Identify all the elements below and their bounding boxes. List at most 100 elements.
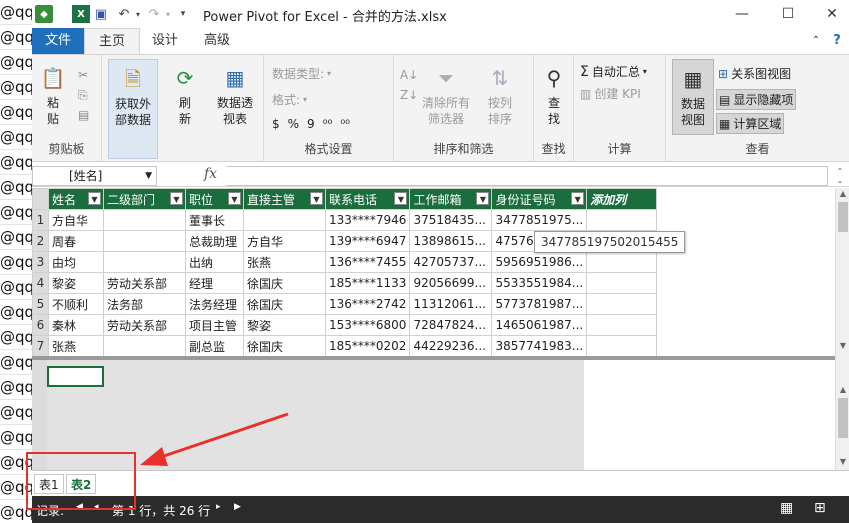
filter-dropdown-icon[interactable]: ▼ xyxy=(310,192,323,205)
column-header[interactable]: 姓名 ▼ xyxy=(48,188,104,210)
percent-button[interactable]: % xyxy=(288,117,299,131)
refresh-button[interactable]: ⟳ 刷 新 xyxy=(168,63,202,127)
table-cell[interactable]: 项目主管 xyxy=(185,314,244,336)
filter-dropdown-icon[interactable]: ▼ xyxy=(170,192,183,205)
comma-button[interactable]: 9 xyxy=(307,117,315,131)
table-cell[interactable]: 法务部 xyxy=(103,293,186,315)
diagram-view-button[interactable]: ⊞ 关系图视图 xyxy=(718,65,791,82)
table-cell[interactable]: 方自华 xyxy=(48,209,104,231)
excel-icon[interactable]: X xyxy=(72,5,90,23)
filter-dropdown-icon[interactable]: ▼ xyxy=(88,192,101,205)
row-header[interactable]: 5 xyxy=(32,293,49,315)
filter-dropdown-icon[interactable]: ▼ xyxy=(476,192,490,205)
table-cell[interactable]: 黎姿 xyxy=(243,314,326,336)
currency-button[interactable]: $ xyxy=(272,117,280,131)
table-cell[interactable]: 方自华 xyxy=(243,230,326,252)
row-header[interactable]: 7 xyxy=(32,335,49,357)
customize-qat-icon[interactable]: ▾ xyxy=(178,5,188,23)
row-header[interactable]: 6 xyxy=(32,314,49,336)
table-cell[interactable]: 5956951986... xyxy=(491,251,588,273)
last-record-button[interactable]: ▶ xyxy=(234,502,241,512)
table-cell[interactable]: 总裁助理 xyxy=(185,230,244,252)
table-cell[interactable]: 张燕 xyxy=(243,251,326,273)
minimize-button[interactable]: — xyxy=(722,2,762,26)
table-cell[interactable]: 徐国庆 xyxy=(243,293,326,315)
diagram-view-icon[interactable]: ⊞ xyxy=(814,500,826,516)
show-hidden-button[interactable]: ▤ 显示隐藏项 xyxy=(716,89,797,110)
save-icon[interactable]: ▣ xyxy=(93,5,109,23)
column-header[interactable]: 二级部门 ▼ xyxy=(103,188,186,210)
create-kpi-button[interactable]: ▥ 创建 KPI xyxy=(580,85,641,102)
table-cell[interactable]: 5533551984... xyxy=(491,272,588,294)
table-cell[interactable]: 不顺利 xyxy=(48,293,104,315)
grid-view-icon[interactable]: ▦ xyxy=(780,500,793,516)
table-cell[interactable]: 13898615... xyxy=(409,230,493,252)
maximize-button[interactable]: ☐ xyxy=(768,2,808,26)
table-cell[interactable]: 42705737... xyxy=(409,251,493,273)
sort-asc-desc-icons[interactable]: A↓ Z↓ xyxy=(400,65,418,105)
row-header[interactable]: 2 xyxy=(32,230,49,252)
tab-home[interactable]: 主页 xyxy=(84,28,140,54)
table-cell[interactable]: 法务经理 xyxy=(185,293,244,315)
table-cell[interactable]: 经理 xyxy=(185,272,244,294)
pivot-table-button[interactable]: ▦ 数据透 视表 xyxy=(210,63,260,127)
scroll-up-icon[interactable]: ▲ xyxy=(836,188,849,200)
undo-icon[interactable]: ↶ xyxy=(115,5,133,23)
table-cell[interactable]: 185****0202 xyxy=(324,335,411,357)
table-cell[interactable]: 3857741983... xyxy=(491,335,588,357)
calc-scroll-up-icon[interactable]: ▲ xyxy=(836,384,849,396)
table-cell[interactable]: 185****1133 xyxy=(324,272,411,294)
paste-button[interactable]: 📋 粘 贴 xyxy=(38,63,68,127)
row-header[interactable]: 4 xyxy=(32,272,49,294)
table-cell[interactable]: 劳动关系部 xyxy=(103,272,186,294)
column-header[interactable]: 工作邮箱 ▼ xyxy=(409,188,493,210)
data-view-button[interactable]: ▦ 数据 视图 xyxy=(672,59,714,135)
table-cell[interactable]: 徐国庆 xyxy=(243,272,326,294)
add-column-cell[interactable] xyxy=(586,251,658,273)
table-cell[interactable]: 11312061... xyxy=(409,293,493,315)
table-cell[interactable]: 1465061987... xyxy=(491,314,588,336)
table-cell[interactable] xyxy=(103,230,186,252)
table-cell[interactable]: 136****2742 xyxy=(324,293,411,315)
calc-area-button[interactable]: ▦ 计算区域 xyxy=(716,113,785,134)
table-cell[interactable] xyxy=(103,209,186,231)
table-cell[interactable]: 徐国庆 xyxy=(243,335,326,357)
add-column-cell[interactable] xyxy=(586,314,658,336)
table-cell[interactable] xyxy=(103,251,186,273)
decrease-decimal-button[interactable]: ⁰⁰ xyxy=(340,117,350,131)
redo-dropdown-icon[interactable]: ▾ xyxy=(164,5,172,23)
column-header[interactable]: 职位 ▼ xyxy=(185,188,244,210)
table-cell[interactable] xyxy=(243,209,326,231)
collapse-ribbon-icon[interactable]: ⌃ xyxy=(808,28,824,54)
column-header[interactable]: 联系电话 ▼ xyxy=(324,188,411,210)
calc-scroll-thumb[interactable] xyxy=(838,398,848,438)
scroll-down-icon[interactable]: ▼ xyxy=(836,340,849,352)
help-icon[interactable]: ? xyxy=(828,28,846,54)
calc-scroll-down-icon[interactable]: ▼ xyxy=(836,456,849,468)
select-all-corner[interactable] xyxy=(32,188,49,210)
filter-dropdown-icon[interactable]: ▼ xyxy=(571,192,585,205)
table-cell[interactable]: 3477851975... xyxy=(491,209,588,231)
next-record-button[interactable]: ▸ xyxy=(216,502,221,512)
undo-dropdown-icon[interactable]: ▾ xyxy=(134,5,142,23)
table-cell[interactable]: 92056699... xyxy=(409,272,493,294)
table-cell[interactable] xyxy=(103,335,186,357)
add-column-cell[interactable] xyxy=(586,272,658,294)
table-cell[interactable]: 136****7455 xyxy=(324,251,411,273)
redo-icon[interactable]: ↷ xyxy=(145,5,163,23)
data-type-dropdown[interactable]: 数据类型: ▾ xyxy=(272,65,331,82)
table-cell[interactable]: 周春 xyxy=(48,230,104,252)
table-cell[interactable]: 5773781987... xyxy=(491,293,588,315)
table-cell[interactable]: 37518435... xyxy=(409,209,493,231)
row-header[interactable]: 1 xyxy=(32,209,49,231)
clear-filters-button[interactable]: ⏷ 清除所有 筛选器 xyxy=(420,63,472,127)
filter-dropdown-icon[interactable]: ▼ xyxy=(228,192,241,205)
tab-file[interactable]: 文件 xyxy=(32,28,84,54)
table-cell[interactable]: 出纳 xyxy=(185,251,244,273)
row-header[interactable]: 3 xyxy=(32,251,49,273)
add-column-cell[interactable] xyxy=(586,335,658,357)
scroll-thumb[interactable] xyxy=(838,202,848,232)
vertical-scrollbar[interactable]: ▲ ▼ ▲ ▼ xyxy=(835,188,849,470)
table-cell[interactable]: 44229236... xyxy=(409,335,493,357)
add-column-cell[interactable] xyxy=(586,293,658,315)
